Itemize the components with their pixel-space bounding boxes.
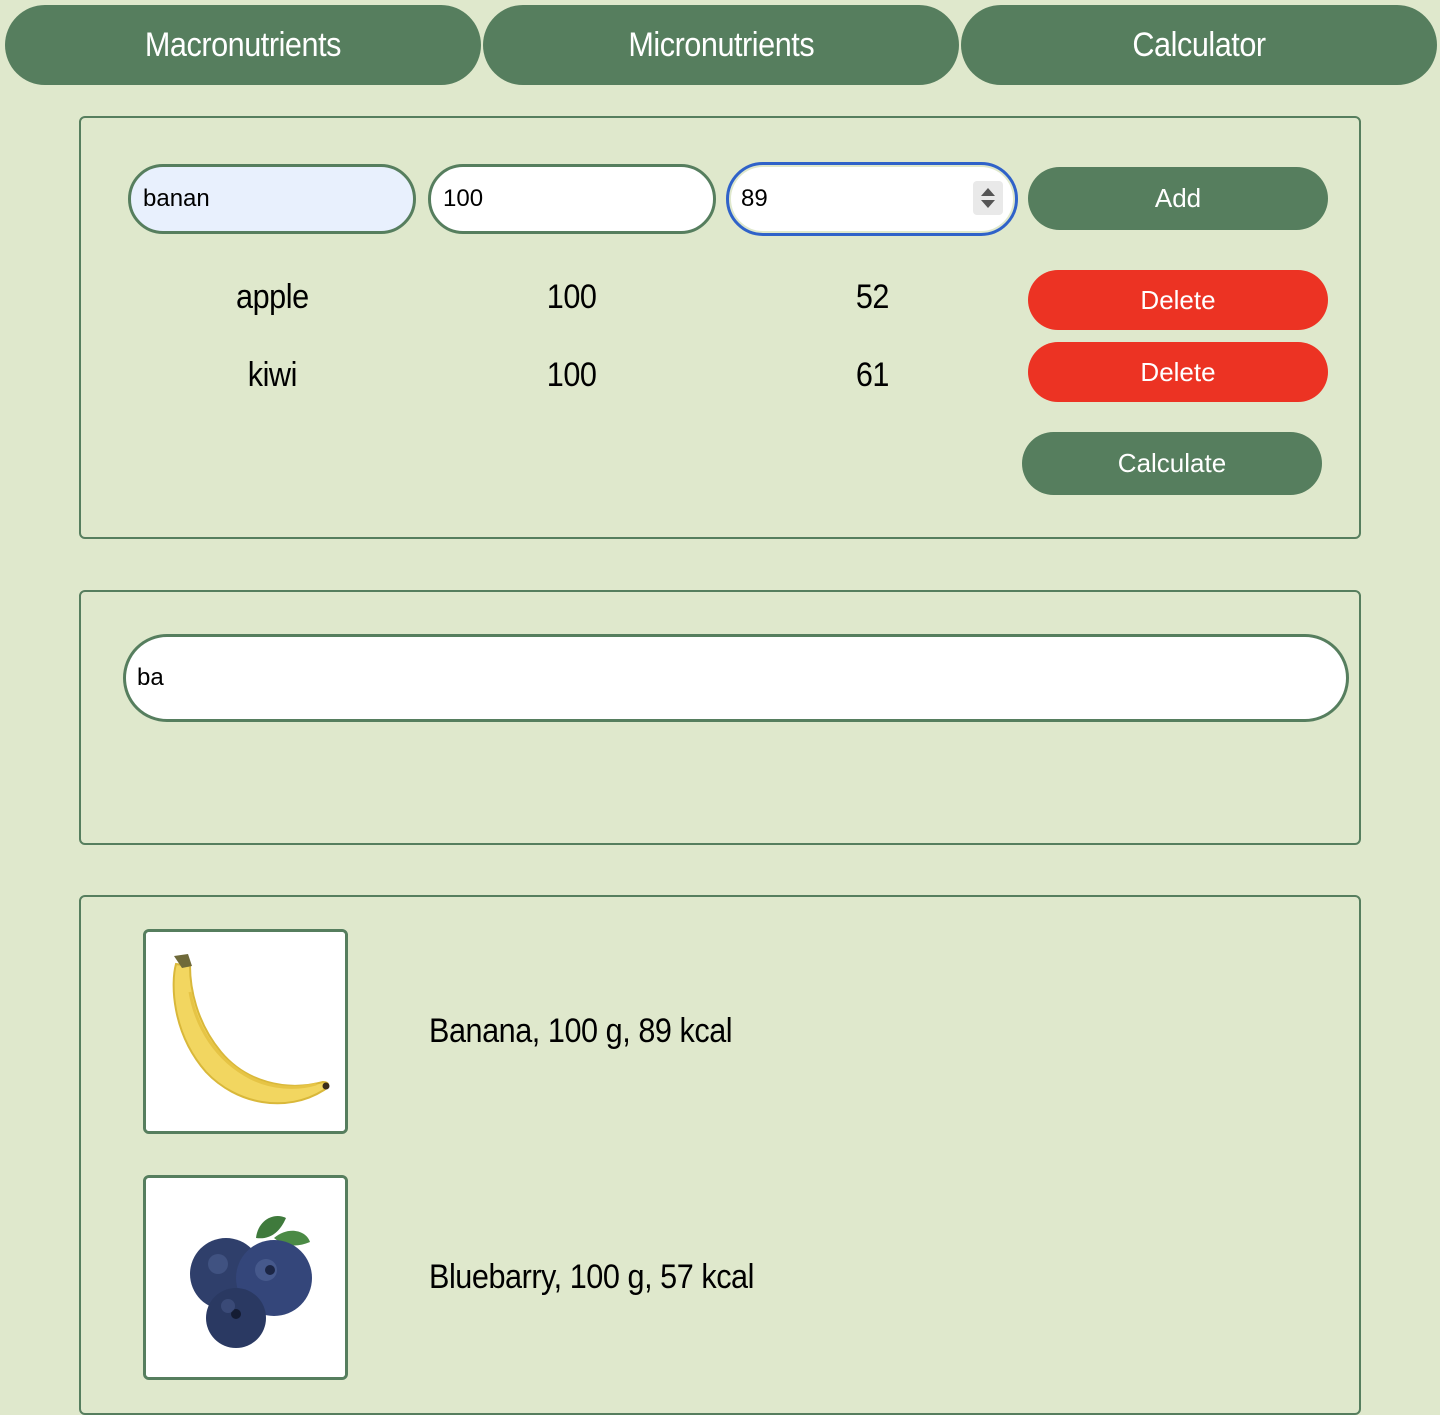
tab-calculator[interactable]: Calculator bbox=[961, 5, 1437, 85]
blueberry-icon bbox=[146, 1178, 345, 1377]
entry-name-text: kiwi bbox=[247, 356, 297, 394]
entry-kcal: 61 bbox=[727, 356, 1017, 395]
chevron-down-icon[interactable] bbox=[981, 200, 995, 208]
entry-name: kiwi bbox=[127, 356, 417, 395]
weight-input[interactable] bbox=[428, 164, 716, 234]
nav-tabs: Macronutrients Micronutrients Calculator bbox=[5, 5, 1439, 85]
entry-weight: 100 bbox=[427, 356, 717, 395]
result-label: Bluebarry, 100 g, 57 kcal bbox=[429, 1258, 754, 1296]
banana-icon bbox=[146, 932, 345, 1131]
tab-label: Calculator bbox=[1132, 25, 1266, 64]
banana-image[interactable] bbox=[143, 929, 348, 1134]
results-panel: Banana, 100 g, 89 kcal Bluebarry, 100 g,… bbox=[79, 895, 1361, 1415]
search-panel bbox=[79, 590, 1361, 845]
kcal-input[interactable] bbox=[731, 167, 1013, 231]
blueberry-image[interactable] bbox=[143, 1175, 348, 1380]
calculate-button[interactable]: Calculate bbox=[1022, 432, 1322, 495]
tab-label: Micronutrients bbox=[628, 25, 814, 64]
entry-weight-text: 100 bbox=[547, 356, 597, 394]
calculator-panel: Add apple 100 52 Delete kiwi 100 61 Dele… bbox=[79, 116, 1361, 539]
kcal-input-focus-ring bbox=[726, 162, 1018, 236]
number-spinner[interactable] bbox=[973, 181, 1003, 215]
tab-micronutrients[interactable]: Micronutrients bbox=[483, 5, 959, 85]
search-input[interactable] bbox=[123, 634, 1349, 722]
entry-kcal: 52 bbox=[727, 278, 1017, 317]
result-label: Banana, 100 g, 89 kcal bbox=[429, 1012, 733, 1050]
chevron-up-icon[interactable] bbox=[981, 188, 995, 196]
add-button[interactable]: Add bbox=[1028, 167, 1328, 230]
tab-macronutrients[interactable]: Macronutrients bbox=[5, 5, 481, 85]
entry-weight-text: 100 bbox=[547, 278, 597, 316]
entry-weight: 100 bbox=[427, 278, 717, 317]
entry-name-text: apple bbox=[235, 278, 309, 316]
entry-kcal-text: 61 bbox=[855, 356, 889, 394]
entry-name: apple bbox=[127, 278, 417, 317]
tab-label: Macronutrients bbox=[144, 25, 342, 64]
entry-kcal-text: 52 bbox=[855, 278, 889, 316]
delete-button[interactable]: Delete bbox=[1028, 270, 1328, 330]
delete-button[interactable]: Delete bbox=[1028, 342, 1328, 402]
food-name-input[interactable] bbox=[128, 164, 416, 234]
